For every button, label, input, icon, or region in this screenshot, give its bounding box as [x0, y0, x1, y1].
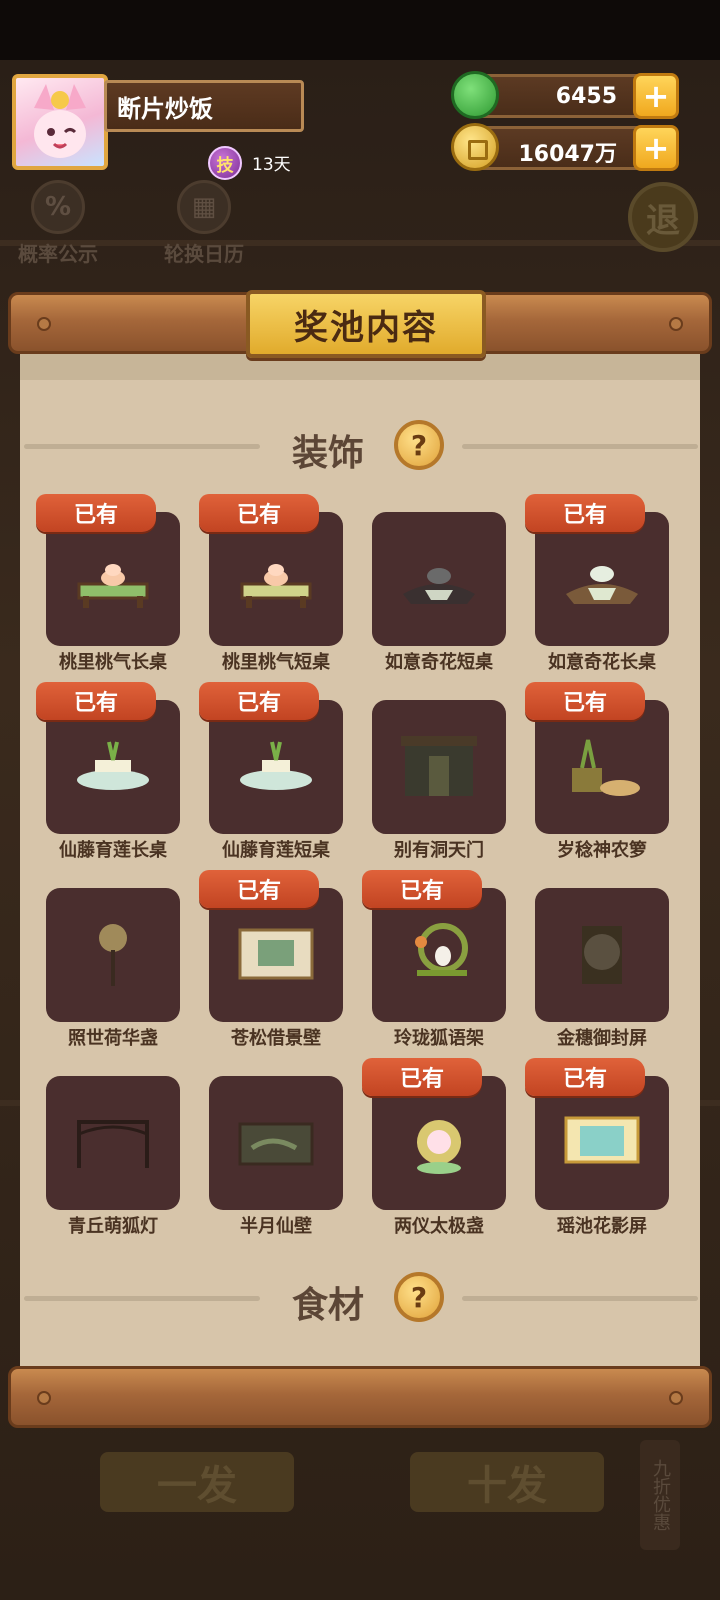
decor-item[interactable]: 桃里桃气长桌 已有	[36, 494, 180, 680]
decor-item[interactable]: 青丘萌狐灯	[46, 1058, 180, 1244]
food-section-label: 食材	[292, 1285, 365, 1326]
skill-days: 13天	[252, 155, 291, 175]
avatar[interactable]	[12, 74, 108, 170]
player-name: 断片炒饭	[104, 80, 304, 132]
food-help-button[interactable]: ?	[394, 1272, 444, 1322]
lotus-long-table-icon	[73, 732, 153, 802]
skill-badge-icon[interactable]: 技	[208, 146, 242, 180]
decor-item[interactable]: 别有洞天门	[372, 682, 506, 868]
item-name: 岁稔神农箩	[557, 840, 647, 861]
owned-badge: 已有	[525, 682, 645, 720]
item-name: 别有洞天门	[394, 840, 484, 861]
owned-badge: 已有	[199, 870, 319, 908]
calendar-button: ▦ 轮换日历	[164, 180, 244, 267]
decor-item[interactable]: 半月仙壁	[209, 1058, 343, 1244]
item-name: 仙藤育莲短桌	[222, 840, 330, 861]
owned-badge: 已有	[362, 870, 482, 908]
draw-one-button: 一发	[100, 1452, 294, 1512]
decor-item[interactable]: 仙藤育莲长桌 已有	[36, 682, 180, 868]
item-name: 两仪太极盏	[394, 1216, 484, 1237]
jade-icon	[451, 71, 499, 119]
item-name: 青丘萌狐灯	[68, 1216, 158, 1237]
gate-icon	[399, 732, 479, 802]
decor-item[interactable]: 如意奇花长桌 已有	[525, 494, 669, 680]
harvest-basket-icon	[562, 732, 642, 802]
ruyi-long-table-icon	[562, 544, 642, 614]
item-name: 苍松借景壁	[231, 1028, 321, 1049]
lotus-lamp-icon	[73, 920, 153, 990]
jade-currency: 6455 +	[451, 71, 679, 119]
probability-button: % 概率公示	[18, 180, 98, 267]
probability-label: 概率公示	[18, 242, 98, 266]
decor-item[interactable]: 玲珑狐语架 已有	[362, 870, 506, 1056]
decor-item[interactable]: 如意奇花短桌	[372, 494, 506, 680]
peach-short-table-icon	[236, 544, 316, 614]
food-section-header: 食材 ?	[20, 1270, 700, 1326]
item-name: 桃里桃气长桌	[59, 652, 167, 673]
fox-shelf-icon	[399, 920, 479, 990]
pine-wall-icon	[236, 920, 316, 990]
lotus-short-table-icon	[236, 732, 316, 802]
coin-icon	[451, 123, 499, 171]
decor-item[interactable]: 岁稔神农箩 已有	[525, 682, 669, 868]
item-name: 仙藤育莲长桌	[59, 840, 167, 861]
owned-badge: 已有	[36, 494, 156, 532]
peach-long-table-icon	[73, 544, 153, 614]
item-name: 瑶池花影屏	[557, 1216, 647, 1237]
decor-item[interactable]: 金穗御封屏	[535, 870, 669, 1056]
golden-screen-icon	[562, 920, 642, 990]
scroll-bottom-rod	[8, 1366, 712, 1428]
taiji-lamp-icon	[399, 1108, 479, 1178]
percent-icon: %	[31, 180, 85, 234]
decor-section-label: 装饰	[292, 433, 365, 474]
coin-currency: 16047万 +	[451, 123, 679, 171]
item-name: 如意奇花长桌	[548, 652, 656, 673]
avatar-portrait-icon	[34, 84, 86, 158]
fox-lantern-icon	[73, 1108, 153, 1178]
item-name: 半月仙壁	[240, 1216, 312, 1237]
decor-item[interactable]: 桃里桃气短桌 已有	[199, 494, 343, 680]
decor-item[interactable]: 两仪太极盏 已有	[362, 1058, 506, 1244]
halfmoon-wall-icon	[236, 1108, 316, 1178]
coin-amount: 16047万	[518, 142, 617, 167]
add-jade-button[interactable]: +	[633, 73, 679, 119]
panel-title: 奖池内容	[246, 290, 486, 358]
owned-badge: 已有	[525, 494, 645, 532]
ruyi-short-table-icon	[399, 544, 479, 614]
exit-button: 退	[628, 182, 698, 252]
add-coin-button[interactable]: +	[633, 125, 679, 171]
jade-amount: 6455	[555, 84, 617, 109]
decor-item[interactable]: 仙藤育莲短桌 已有	[199, 682, 343, 868]
item-name: 金穗御封屏	[557, 1028, 647, 1049]
owned-badge: 已有	[525, 1058, 645, 1096]
owned-badge: 已有	[36, 682, 156, 720]
item-name: 如意奇花短桌	[385, 652, 493, 673]
decor-section-header: 装饰 ?	[20, 418, 700, 474]
draw-ten-button: 十发	[410, 1452, 604, 1512]
owned-badge: 已有	[362, 1058, 482, 1096]
calendar-label: 轮换日历	[164, 242, 244, 266]
item-name: 玲珑狐语架	[394, 1028, 484, 1049]
owned-badge: 已有	[199, 682, 319, 720]
calendar-icon: ▦	[177, 180, 231, 234]
decor-item[interactable]: 照世荷华盏	[46, 870, 180, 1056]
flower-screen-icon	[562, 1108, 642, 1178]
discount-tag: 九折优惠	[640, 1440, 680, 1550]
item-name: 照世荷华盏	[68, 1028, 158, 1049]
decor-item[interactable]: 苍松借景壁 已有	[199, 870, 343, 1056]
decor-item[interactable]: 瑶池花影屏 已有	[525, 1058, 669, 1244]
owned-badge: 已有	[199, 494, 319, 532]
item-name: 桃里桃气短桌	[222, 652, 330, 673]
decor-help-button[interactable]: ?	[394, 420, 444, 470]
